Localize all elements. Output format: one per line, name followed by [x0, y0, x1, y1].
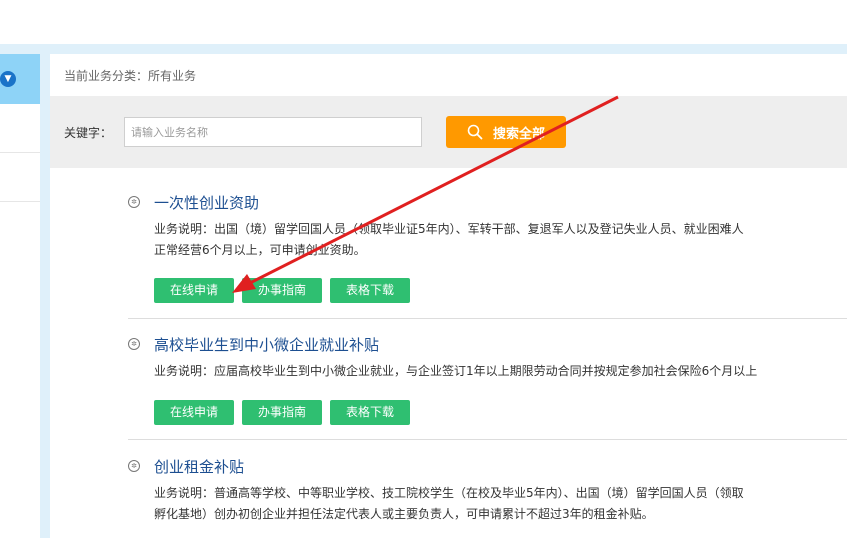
description-line: 业务说明：普通高等学校、中等职业学校、技工院校学生（在校及毕业5年内）、出国（境… — [154, 486, 744, 500]
search-icon — [467, 124, 483, 140]
bullet-icon: ✲ — [128, 196, 140, 208]
service-description: 业务说明：出国（境）留学回国人员（领取毕业证5年内）、军转干部、复退军人以及登记… — [154, 219, 847, 261]
sidebar: ▼ — [0, 54, 40, 538]
breadcrumb: 当前业务分类：所有业务 — [64, 69, 197, 83]
form-download-button[interactable]: 表格下载 — [330, 278, 410, 303]
chevron-down-icon[interactable]: ▼ — [0, 71, 16, 87]
main-panel: 当前业务分类：所有业务 关键字： 搜索全部 ✲ 一次性创业资助 业务说明：出国（… — [50, 54, 847, 538]
search-all-button[interactable]: 搜索全部 — [446, 116, 566, 148]
keyword-label: 关键字： — [64, 126, 113, 140]
action-buttons: 在线申请 办事指南 表格下载 — [154, 400, 418, 425]
apply-online-button[interactable]: 在线申请 — [154, 400, 234, 425]
action-buttons: 在线申请 办事指南 表格下载 — [154, 278, 418, 303]
service-guide-button[interactable]: 办事指南 — [242, 400, 322, 425]
sidebar-item-active[interactable]: ▼ — [0, 54, 40, 104]
service-item: ✲ 一次性创业资助 业务说明：出国（境）留学回国人员（领取毕业证5年内）、军转干… — [128, 192, 847, 307]
search-bar: 关键字： 搜索全部 — [50, 96, 847, 168]
service-item: ✲ 创业租金补贴 业务说明：普通高等学校、中等职业学校、技工院校学生（在校及毕业… — [128, 456, 847, 538]
sidebar-divider — [0, 201, 40, 202]
bullet-icon: ✲ — [128, 338, 140, 350]
sidebar-divider — [0, 152, 40, 153]
search-all-label: 搜索全部 — [492, 126, 545, 142]
description-line: 正常经营6个月以上，可申请创业资助。 — [154, 243, 366, 257]
service-guide-button[interactable]: 办事指南 — [242, 278, 322, 303]
keyword-input[interactable] — [124, 117, 422, 147]
apply-online-button[interactable]: 在线申请 — [154, 278, 234, 303]
service-title[interactable]: 高校毕业生到中小微企业就业补贴 — [154, 334, 379, 355]
description-line: 孵化基地）创办初创企业并担任法定代表人或主要负责人，可申请累计不超过3年的租金补… — [154, 507, 654, 521]
description-line: 业务说明：应届高校毕业生到中小微企业就业，与企业签订1年以上期限劳动合同并按规定… — [154, 364, 758, 378]
description-line: 业务说明：出国（境）留学回国人员（领取毕业证5年内）、军转干部、复退军人以及登记… — [154, 222, 744, 236]
item-divider — [128, 318, 847, 319]
top-bar — [0, 0, 847, 44]
item-divider — [128, 439, 847, 440]
service-item: ✲ 高校毕业生到中小微企业就业补贴 业务说明：应届高校毕业生到中小微企业就业，与… — [128, 334, 847, 434]
form-download-button[interactable]: 表格下载 — [330, 400, 410, 425]
service-title[interactable]: 创业租金补贴 — [154, 456, 244, 477]
bullet-icon: ✲ — [128, 460, 140, 472]
service-description: 业务说明：普通高等学校、中等职业学校、技工院校学生（在校及毕业5年内）、出国（境… — [154, 483, 847, 525]
service-title[interactable]: 一次性创业资助 — [154, 192, 259, 213]
service-description: 业务说明：应届高校毕业生到中小微企业就业，与企业签订1年以上期限劳动合同并按规定… — [154, 361, 847, 382]
